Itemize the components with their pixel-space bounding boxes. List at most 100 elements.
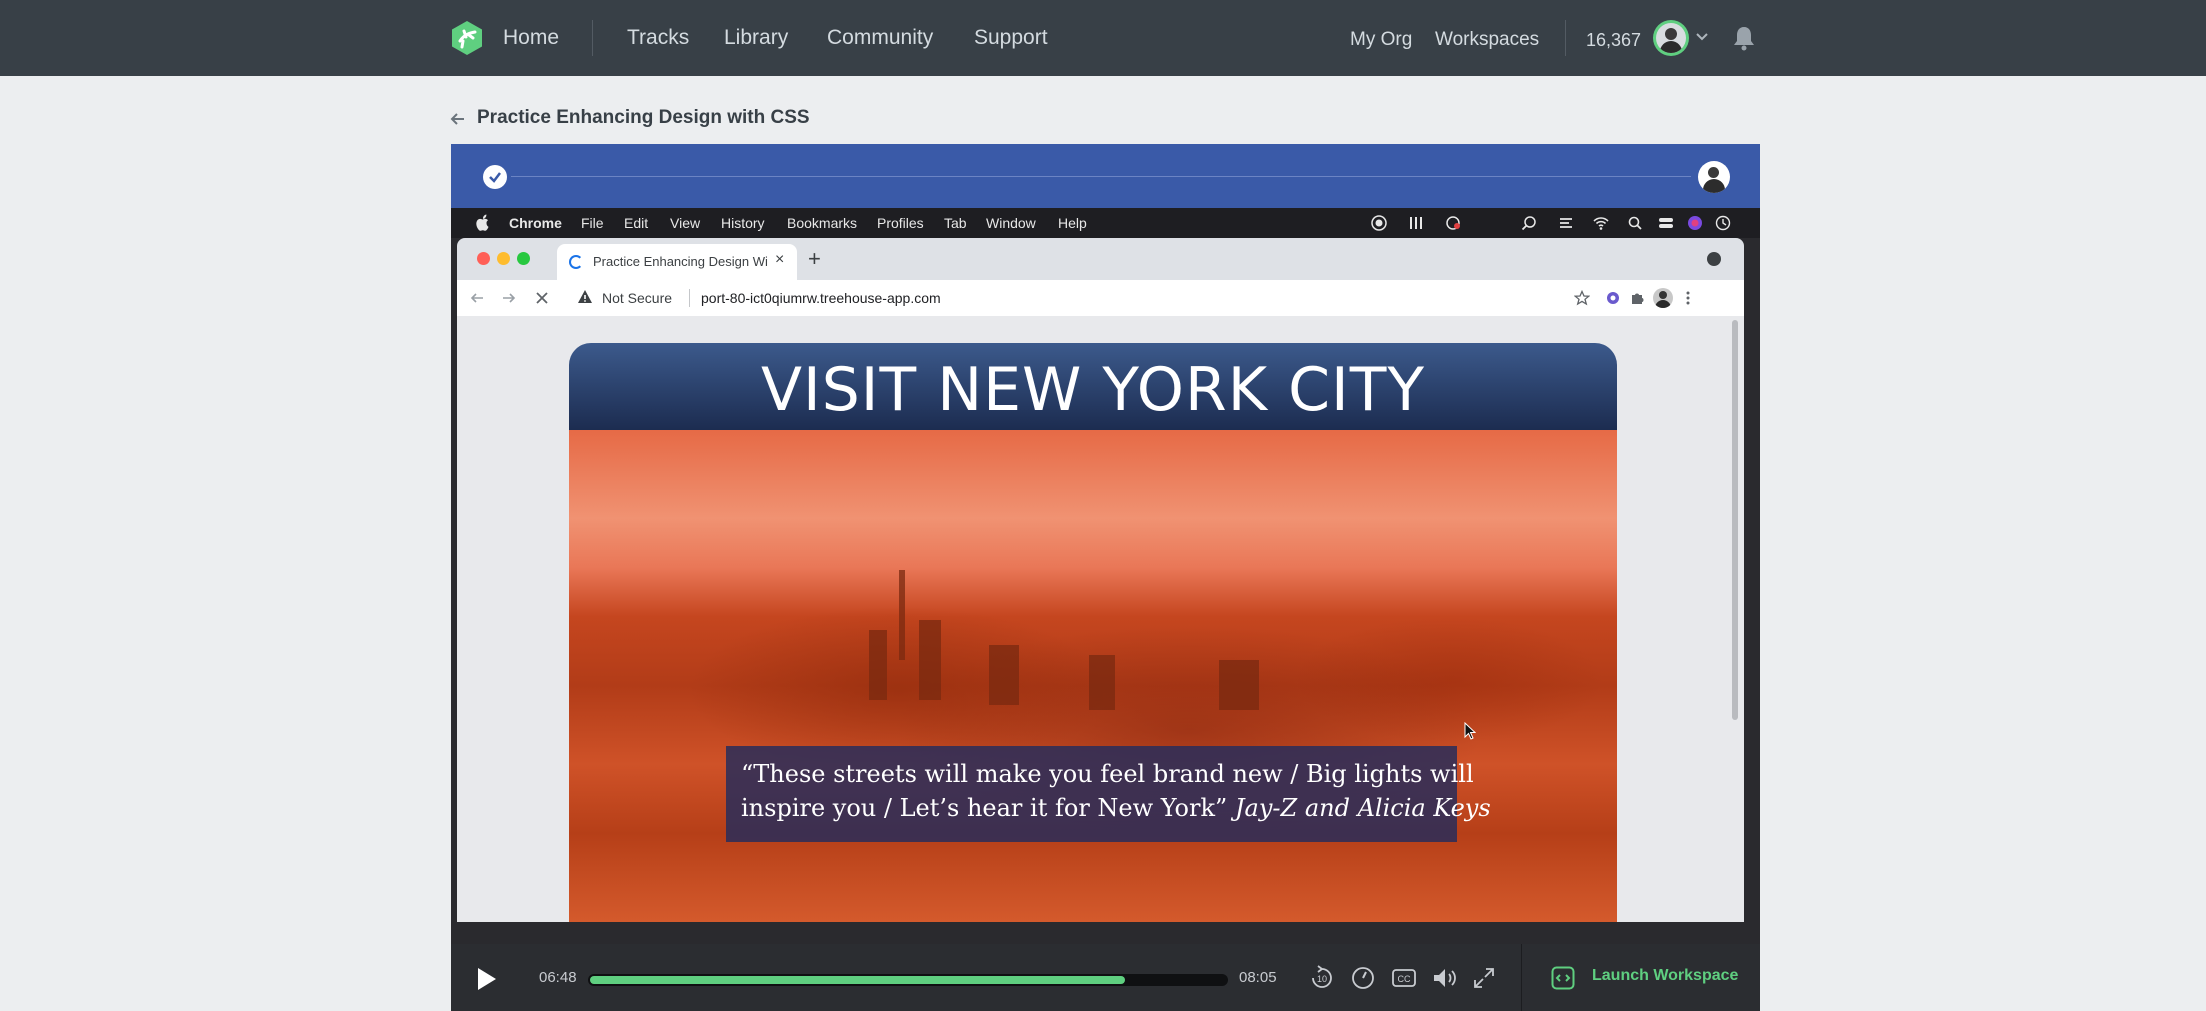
svg-text:CC: CC <box>1398 974 1411 984</box>
record-icon[interactable] <box>1371 215 1387 231</box>
workspace-icon[interactable] <box>1551 966 1575 990</box>
web-page: VISIT NEW YORK CITY “These streets will … <box>457 316 1744 922</box>
quote-author: Jay-Z and Alicia Keys <box>1234 794 1491 822</box>
new-tab-button[interactable]: + <box>808 246 821 272</box>
breadcrumb-title[interactable]: Practice Enhancing Design with CSS <box>477 107 810 129</box>
seek-bar[interactable] <box>588 974 1228 986</box>
siri-icon[interactable] <box>1687 215 1703 231</box>
skyline-tower <box>899 570 905 660</box>
nav-tracks[interactable]: Tracks <box>627 24 689 52</box>
current-time: 06:48 <box>539 969 577 986</box>
more-vertical-icon[interactable] <box>1685 290 1691 306</box>
nav-workspaces[interactable]: Workspaces <box>1435 26 1539 54</box>
back-icon[interactable] <box>469 290 485 306</box>
chevron-down-icon[interactable] <box>1695 32 1709 42</box>
mac-menu-file[interactable]: File <box>581 215 604 231</box>
nav-library[interactable]: Library <box>724 24 788 52</box>
hero-section: VISIT NEW YORK CITY “These streets will … <box>569 343 1617 922</box>
window-menu-button[interactable] <box>1707 252 1721 266</box>
stage-progress-strip <box>451 144 1760 208</box>
mac-menu-window[interactable]: Window <box>986 215 1036 231</box>
page-scrollbar[interactable] <box>1732 320 1738 720</box>
mac-menu-tab[interactable]: Tab <box>944 215 967 231</box>
magnify-icon[interactable] <box>1521 215 1537 231</box>
launch-workspace-button[interactable]: Launch Workspace <box>1592 967 1738 985</box>
nav-support[interactable]: Support <box>974 24 1048 52</box>
loading-spinner-icon <box>569 255 583 269</box>
play-icon[interactable] <box>473 966 499 992</box>
quote-line-1: “These streets will make you feel brand … <box>741 760 1474 788</box>
mac-menu-edit[interactable]: Edit <box>624 215 648 231</box>
mac-menubar: Chrome File Edit View History Bookmarks … <box>451 208 1760 238</box>
tab-close-icon[interactable]: × <box>775 251 784 269</box>
mac-menu-help[interactable]: Help <box>1058 215 1087 231</box>
mac-menu-bookmarks[interactable]: Bookmarks <box>787 215 857 231</box>
nav-divider <box>592 20 593 56</box>
fullscreen-icon[interactable] <box>1471 965 1497 991</box>
avatar-shoulders <box>1660 41 1682 53</box>
back-arrow-icon[interactable] <box>447 108 469 130</box>
bookmark-star-icon[interactable] <box>1574 290 1590 306</box>
seek-bar-progress <box>590 976 1125 984</box>
stop-loading-icon[interactable] <box>535 291 549 305</box>
mouse-cursor-icon <box>1464 722 1476 740</box>
window-zoom-button[interactable] <box>517 252 530 265</box>
skyline-building <box>989 645 1019 705</box>
player-controls: 06:48 08:05 10 CC Launch Workspace <box>451 944 1760 1011</box>
window-minimize-button[interactable] <box>497 252 510 265</box>
avatar-face <box>1665 28 1677 40</box>
window-close-button[interactable] <box>477 252 490 265</box>
address-bar-url[interactable]: port-80-ict0qiumrw.treehouse-app.com <box>701 290 941 306</box>
check-icon <box>489 172 501 183</box>
user-avatar[interactable] <box>1653 20 1689 56</box>
not-secure-label[interactable]: Not Secure <box>602 290 672 306</box>
clock-icon[interactable] <box>1715 215 1731 231</box>
nav-home[interactable]: Home <box>503 24 559 52</box>
instructor-avatar[interactable] <box>1698 161 1730 193</box>
treehouse-logo-icon[interactable] <box>450 20 484 56</box>
mac-menu-view[interactable]: View <box>670 215 700 231</box>
cloud-sync-icon[interactable] <box>1445 215 1461 231</box>
rewind-10-icon[interactable]: 10 <box>1309 965 1335 991</box>
skyline-building <box>1089 655 1115 710</box>
warning-icon[interactable] <box>577 289 593 305</box>
nav-divider <box>1565 20 1566 56</box>
forward-icon[interactable] <box>501 290 517 306</box>
extension-gear-icon[interactable] <box>1605 290 1621 306</box>
quote-line-2: inspire you / Let’s hear it for New York… <box>741 794 1228 822</box>
text-list-icon[interactable] <box>1558 215 1574 231</box>
avatar-image <box>1656 23 1686 53</box>
skyline-building <box>869 630 887 700</box>
mac-menu-profiles[interactable]: Profiles <box>877 215 924 231</box>
video-player[interactable]: Chrome File Edit View History Bookmarks … <box>451 144 1760 1011</box>
quote-box: “These streets will make you feel brand … <box>726 746 1491 842</box>
extensions-puzzle-icon[interactable] <box>1629 290 1645 306</box>
nav-my-org[interactable]: My Org <box>1350 26 1412 54</box>
mac-menu-app[interactable]: Chrome <box>509 215 562 231</box>
hero-header: VISIT NEW YORK CITY <box>569 343 1617 430</box>
profile-avatar[interactable] <box>1653 288 1673 308</box>
mac-menu-history[interactable]: History <box>721 215 765 231</box>
points-count: 16,367 <box>1586 30 1642 50</box>
playback-speed-icon[interactable] <box>1350 965 1376 991</box>
hero-heading: VISIT NEW YORK CITY <box>760 355 1426 425</box>
controls-divider <box>1521 944 1522 1011</box>
nyc-skyline-image: “These streets will make you feel brand … <box>569 430 1617 922</box>
equalizer-icon[interactable] <box>1408 215 1424 231</box>
closed-captions-icon[interactable]: CC <box>1391 965 1417 991</box>
svg-text:10: 10 <box>1317 974 1327 984</box>
stage-complete-check[interactable] <box>483 165 507 189</box>
avatar-face <box>1659 291 1667 299</box>
apple-icon[interactable] <box>475 214 489 231</box>
bell-icon[interactable] <box>1730 24 1758 52</box>
control-center-icon[interactable] <box>1658 215 1674 231</box>
volume-icon[interactable] <box>1431 965 1457 991</box>
avatar-shoulders <box>1655 300 1671 308</box>
wifi-icon[interactable] <box>1593 215 1609 231</box>
nav-community[interactable]: Community <box>827 24 933 52</box>
browser-tab[interactable]: Practice Enhancing Design Wi × <box>557 244 797 280</box>
top-navigation: Home Tracks Library Community Support My… <box>0 0 2206 76</box>
search-icon[interactable] <box>1627 215 1643 231</box>
avatar-shoulders <box>1703 179 1725 193</box>
tab-title: Practice Enhancing Design Wi <box>593 254 768 269</box>
